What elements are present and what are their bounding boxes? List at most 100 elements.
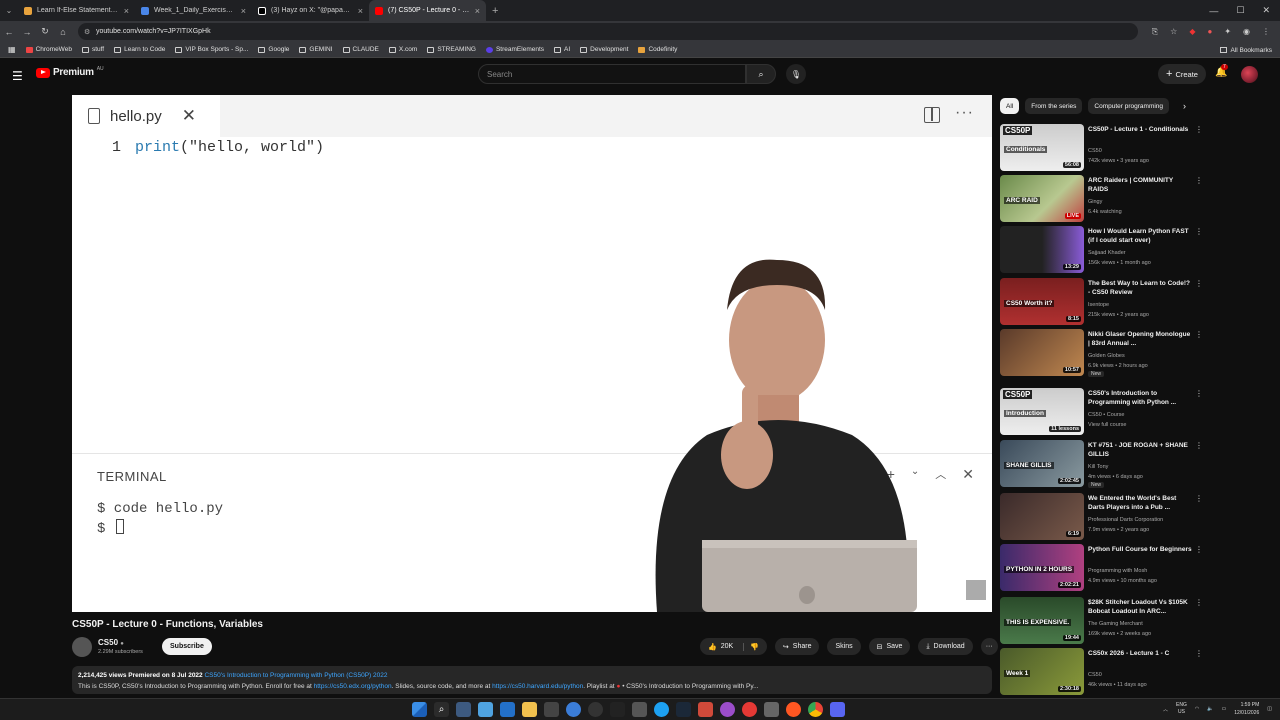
recommendation-channel[interactable]: CS50 — [1088, 670, 1102, 680]
site-info-icon[interactable]: ⚙ — [84, 28, 90, 36]
close-icon[interactable]: × — [124, 6, 129, 16]
recommendation-title[interactable]: Python Full Course for Beginners — [1088, 545, 1192, 554]
recommendation-channel[interactable]: Golden Globes — [1088, 351, 1125, 361]
hamburger-menu-icon[interactable]: ☰ — [12, 69, 23, 83]
recommendation-title[interactable]: The Best Way to Learn to Code!? - CS50 R… — [1088, 279, 1192, 297]
recommendation-item[interactable]: 6:19 We Entered the World's Best Darts Pl… — [1000, 493, 1205, 541]
extension-icon[interactable]: ● — [1207, 27, 1212, 36]
recommendation-title[interactable]: We Entered the World's Best Darts Player… — [1088, 494, 1192, 512]
recommendation-title[interactable]: KT #751 - JOE ROGAN + SHANE GILLIS — [1088, 441, 1192, 459]
battery-icon[interactable]: ▭ — [1222, 706, 1227, 712]
bookmark-star-icon[interactable]: ☆ — [1170, 27, 1177, 36]
bookmark-folder[interactable]: stuff — [81, 46, 104, 53]
app-icon[interactable] — [742, 702, 757, 717]
more-options-icon[interactable]: ⋮ — [1195, 176, 1203, 185]
recommendation-item[interactable]: THIS IS EXPENSIVE. 19:44 $28K Stitcher Loa… — [1000, 597, 1205, 645]
browser-tab[interactable]: Week_1_Daily_Exercise_Guide.ur × — [135, 0, 252, 21]
more-options-icon[interactable]: ⋮ — [1195, 227, 1203, 236]
back-icon[interactable]: ← — [0, 27, 18, 37]
chip-all[interactable]: All — [1000, 98, 1020, 114]
subscribe-button[interactable]: Subscribe — [162, 638, 212, 655]
video-thumbnail[interactable]: PYTHON IN 2 HOURS 2:02:21 — [1000, 544, 1084, 591]
app-icon[interactable] — [698, 702, 713, 717]
video-thumbnail[interactable]: Week 1 2:30:18 — [1000, 648, 1084, 695]
edge-icon[interactable] — [654, 702, 669, 717]
create-button[interactable]: + Create — [1158, 64, 1206, 84]
volume-icon[interactable]: 🔈 — [1207, 706, 1213, 712]
voice-search-button[interactable]: 🎙 — [786, 64, 806, 84]
video-player[interactable]: ··· hello.py ✕ 1 print("hello, world") T… — [72, 95, 992, 612]
more-options-icon[interactable]: ⋮ — [1195, 279, 1203, 288]
recommendation-channel[interactable]: Sajjaad Khader — [1088, 248, 1126, 258]
recommendation-title[interactable]: $28K Stitcher Loadout Vs $105K Bobcat Lo… — [1088, 598, 1192, 616]
chip-computer-programming[interactable]: Computer programming — [1088, 98, 1170, 114]
video-thumbnail[interactable]: 10:57 — [1000, 329, 1084, 376]
recommendation-item[interactable]: PYTHON IN 2 HOURS 2:02:21 Python Full Cour… — [1000, 544, 1205, 592]
notifications-button[interactable]: 🔔 7 — [1215, 64, 1228, 78]
bookmark-item[interactable]: ChromeWeb — [25, 46, 72, 53]
recommendation-item[interactable]: Week 1 2:30:18 CS50x 2026 - Lecture 1 - C C… — [1000, 648, 1205, 696]
recommendation-title[interactable]: CS50's Introduction to Programming with … — [1088, 389, 1192, 407]
discord-icon[interactable] — [830, 702, 845, 717]
bookmark-item[interactable]: Learn to Code — [114, 46, 165, 53]
wifi-icon[interactable]: ◠ — [1195, 706, 1199, 712]
recommendation-channel[interactable]: Programming with Mosh — [1088, 566, 1147, 576]
vscode-icon[interactable] — [500, 702, 515, 717]
maximize-icon[interactable]: ☐ — [1236, 5, 1244, 16]
app-icon[interactable] — [588, 702, 603, 717]
close-icon[interactable]: × — [475, 6, 480, 16]
recommendation-channel[interactable]: CS50 • Course — [1088, 410, 1124, 420]
tab-search-icon[interactable]: ⌄ — [0, 6, 18, 15]
more-options-icon[interactable]: ⋮ — [1195, 598, 1203, 607]
thumbs-down-icon[interactable]: 👎 — [743, 642, 759, 651]
bookmark-folder[interactable]: CLAUDE — [342, 46, 379, 53]
close-window-icon[interactable]: ✕ — [1262, 5, 1270, 16]
all-bookmarks[interactable]: All Bookmarks — [1220, 42, 1272, 58]
more-actions-button[interactable]: ··· — [980, 638, 998, 655]
like-button[interactable]: 👍 20K 👎 — [700, 638, 767, 655]
reload-icon[interactable]: ↻ — [36, 26, 54, 37]
app-icon[interactable] — [610, 702, 625, 717]
url-input[interactable]: ⚙ youtube.com/watch?v=JP7ITIXGpHk — [78, 23, 1138, 40]
harvard-link[interactable]: https://cs50.harvard.edu/python — [492, 683, 583, 690]
forward-icon[interactable]: → — [18, 27, 36, 37]
bookmark-folder[interactable]: X.com — [388, 46, 417, 53]
recommendation-channel[interactable]: Isentope — [1088, 300, 1109, 310]
share-button[interactable]: ↪ Share — [774, 638, 820, 655]
app-icon[interactable] — [764, 702, 779, 717]
more-options-icon[interactable]: ⋮ — [1195, 330, 1203, 339]
bookmark-folder[interactable]: GEMINI — [299, 46, 333, 53]
language-indicator[interactable]: ENG US — [1176, 702, 1187, 716]
more-options-icon[interactable]: ⋮ — [1195, 494, 1203, 503]
app-icon[interactable] — [632, 702, 647, 717]
bookmark-item[interactable]: VIP Box Sports - Sp... — [175, 46, 248, 53]
more-options-icon[interactable]: ⋮ — [1195, 649, 1203, 658]
recommendation-item[interactable]: 10:57 Nikki Glaser Opening Monologue | 83… — [1000, 329, 1205, 377]
app-icon[interactable] — [566, 702, 581, 717]
menu-icon[interactable]: ⋮ — [1262, 27, 1270, 36]
recommendation-title[interactable]: Nikki Glaser Opening Monologue | 83rd An… — [1088, 330, 1192, 348]
task-view-icon[interactable] — [456, 702, 471, 717]
recommendation-channel[interactable]: Professional Darts Corporation — [1088, 515, 1163, 525]
chrome-icon[interactable] — [808, 702, 823, 717]
channel-avatar[interactable] — [72, 637, 92, 657]
recommendation-channel[interactable]: Gingy — [1088, 197, 1102, 207]
recommendation-item[interactable]: CS50P Conditionals 56:08 CS50P - Lecture 1 … — [1000, 124, 1205, 172]
recommendation-channel[interactable]: The Gaming Merchant — [1088, 619, 1143, 629]
home-icon[interactable]: ⌂ — [54, 27, 72, 37]
recommendation-item[interactable]: ARC RAID LIVE ARC Raiders | COMMUNITY RAID… — [1000, 175, 1205, 223]
chevron-right-icon[interactable]: › — [1183, 101, 1186, 111]
recommendation-title[interactable]: CS50P - Lecture 1 - Conditionals — [1088, 125, 1192, 134]
bookmark-item[interactable]: StreamElements — [485, 46, 544, 53]
search-icon[interactable]: ⌕ — [434, 702, 449, 717]
more-options-icon[interactable]: ⋮ — [1195, 389, 1203, 398]
channel-name[interactable]: CS50 ● — [98, 638, 124, 647]
more-options-icon[interactable]: ⋮ — [1195, 545, 1203, 554]
download-button[interactable]: ⤓ Download — [918, 638, 973, 655]
search-button[interactable]: ⌕ — [746, 64, 776, 84]
save-button[interactable]: ⊟ Save — [868, 638, 911, 655]
terminal-icon[interactable] — [544, 702, 559, 717]
browser-tab[interactable]: Learn If-Else Statements Practic × — [18, 0, 135, 21]
minimize-icon[interactable]: — — [1209, 6, 1218, 16]
scrollbar[interactable] — [1272, 95, 1276, 655]
